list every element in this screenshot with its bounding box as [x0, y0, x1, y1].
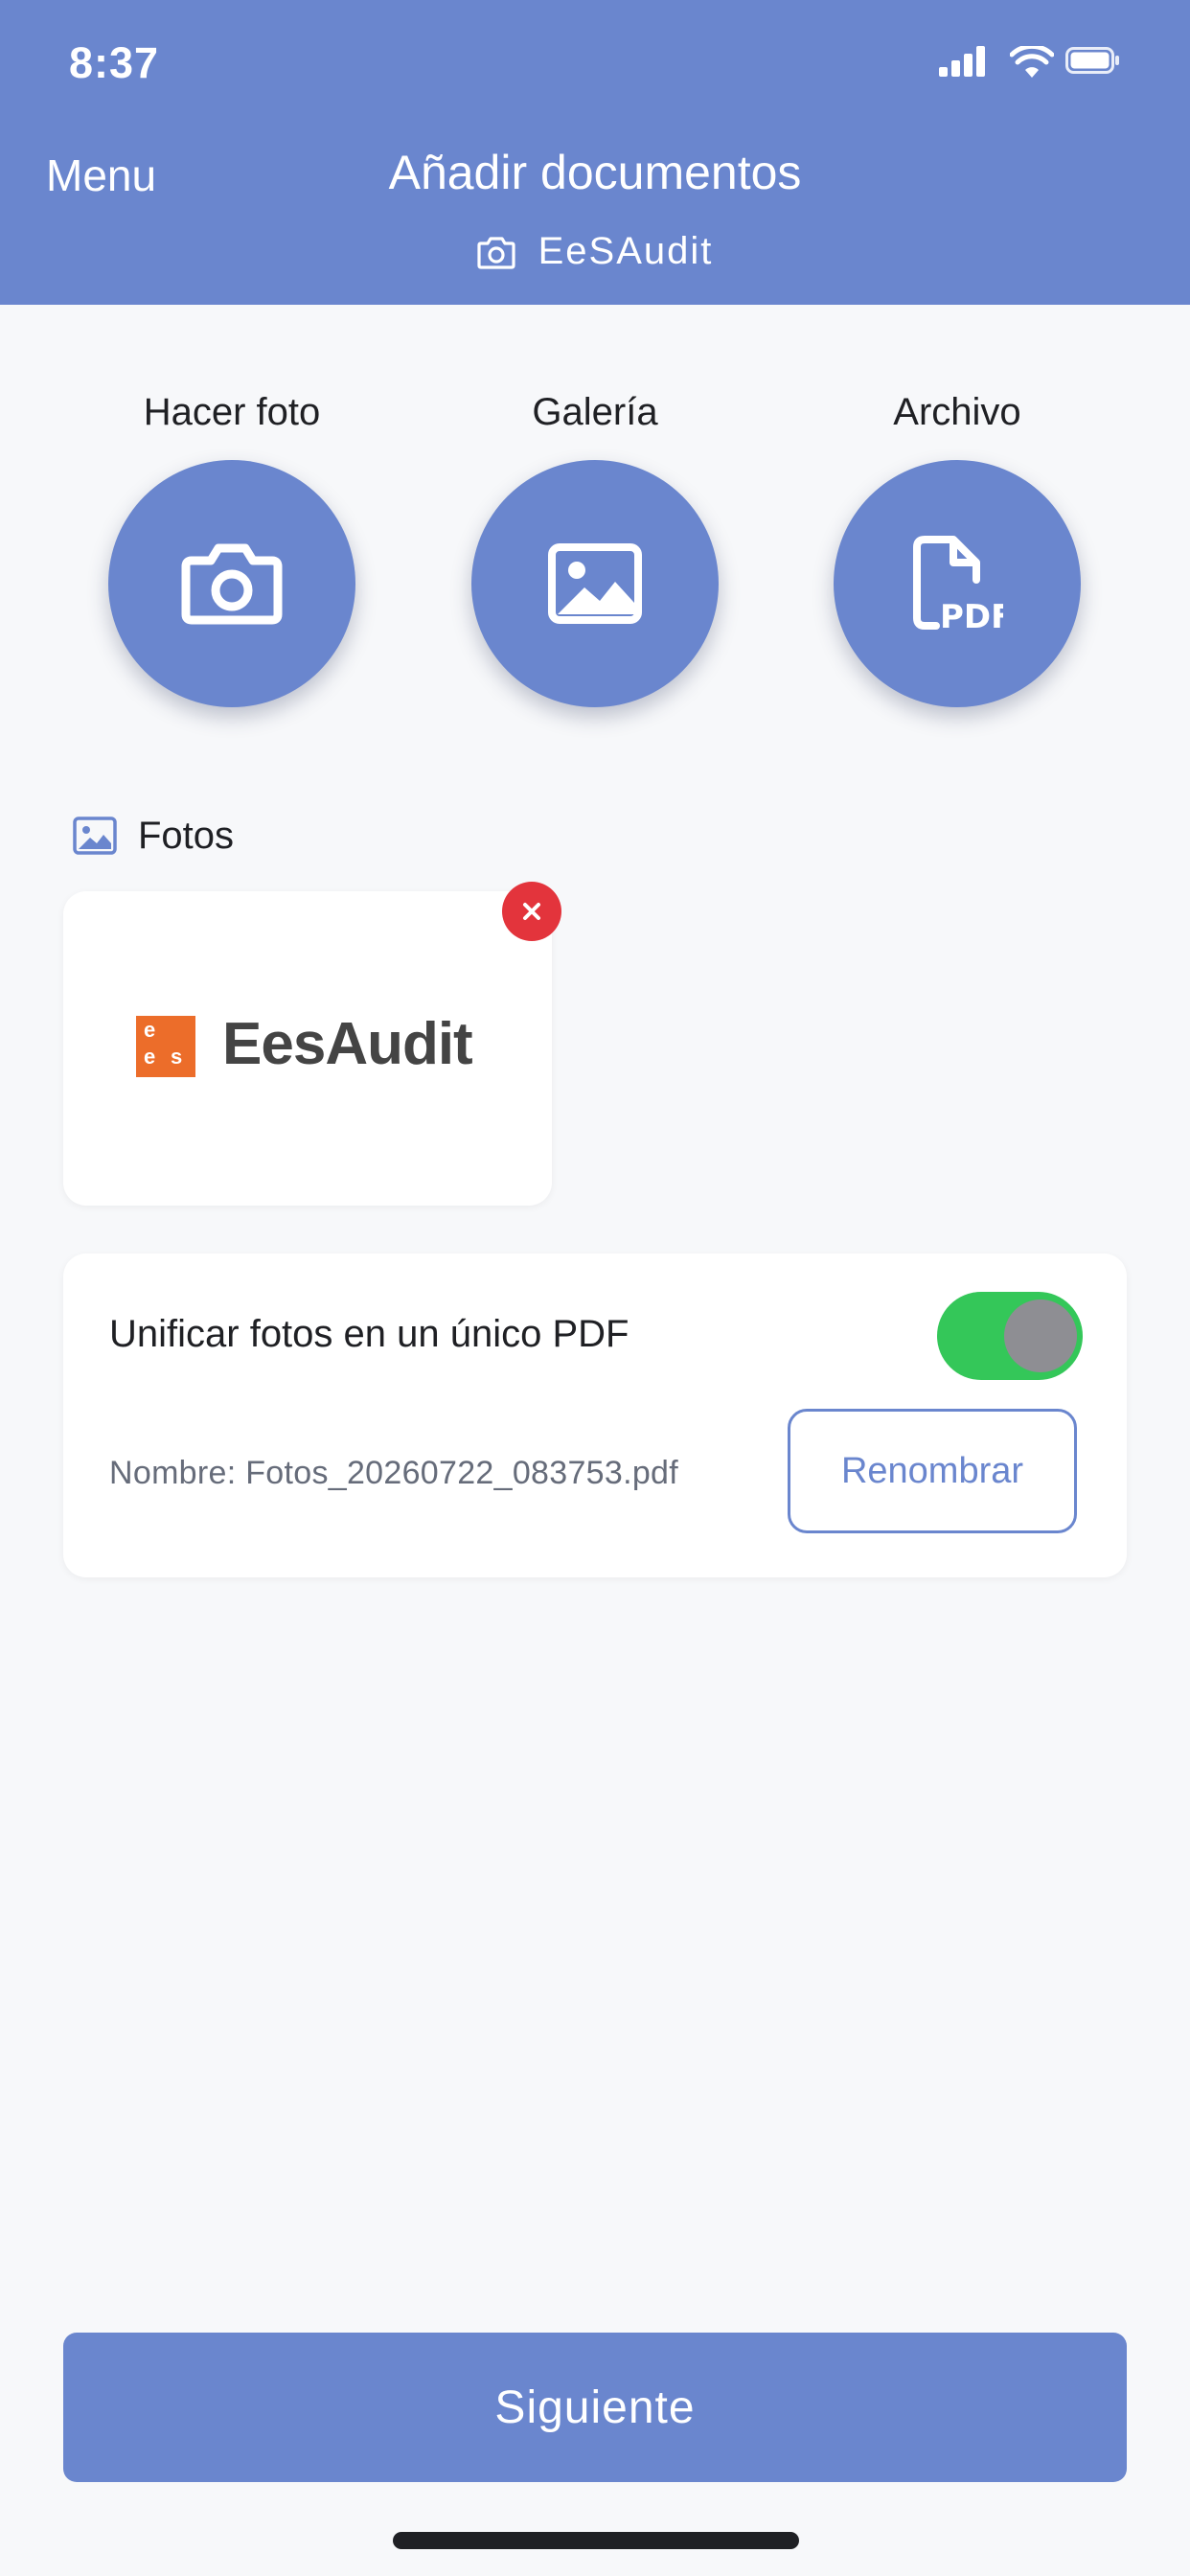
photos-section-title: Fotos	[138, 815, 235, 857]
image-icon	[73, 816, 117, 855]
top-bar: 8:37 Menu Añadir documentos EeSAudit	[0, 0, 1190, 305]
take-photo-button[interactable]	[108, 460, 355, 707]
photo-thumbnail[interactable]: e e s EesAudit	[63, 891, 552, 1206]
camera-icon	[477, 237, 515, 269]
logo-text: EesAudit	[222, 1011, 473, 1077]
gallery-label: Galería	[532, 391, 658, 433]
file-action: Archivo PDF	[813, 383, 1101, 707]
merge-pdf-toggle[interactable]	[937, 1292, 1083, 1380]
file-button[interactable]: PDF	[834, 460, 1081, 707]
home-indicator	[393, 2532, 799, 2549]
gallery-button[interactable]	[471, 460, 719, 707]
camera-icon	[181, 543, 283, 625]
svg-text:PDF: PDF	[940, 598, 1003, 632]
add-actions: Hacer foto Galería Archivo PDF	[0, 383, 1190, 728]
logo-mark: e e s	[136, 1016, 195, 1077]
remove-photo-button[interactable]	[502, 882, 561, 941]
take-photo-label: Hacer foto	[143, 391, 321, 433]
toggle-knob	[1004, 1300, 1077, 1372]
gallery-action: Galería	[451, 383, 739, 707]
rename-button[interactable]: Renombrar	[788, 1409, 1077, 1533]
status-time: 8:37	[69, 38, 160, 87]
cellular-signal-icon	[939, 46, 985, 77]
close-icon	[523, 903, 540, 920]
pdf-file-name: Nombre: Fotos_20260722_083753.pdf	[109, 1455, 679, 1491]
pdf-file-icon: PDF	[913, 536, 1003, 632]
battery-icon	[1065, 47, 1119, 74]
file-label: Archivo	[893, 391, 1021, 433]
next-button[interactable]: Siguiente	[63, 2333, 1127, 2482]
merge-pdf-label: Unificar fotos en un único PDF	[109, 1313, 629, 1355]
page-subtitle: EeSAudit	[0, 230, 1190, 273]
subtitle-text: EeSAudit	[538, 230, 714, 272]
image-icon	[548, 543, 642, 624]
wifi-icon	[1010, 46, 1054, 78]
pdf-options-card: Unificar fotos en un único PDF Nombre: F…	[63, 1254, 1127, 1577]
take-photo-action: Hacer foto	[88, 383, 376, 707]
page-title: Añadir documentos	[388, 146, 802, 199]
